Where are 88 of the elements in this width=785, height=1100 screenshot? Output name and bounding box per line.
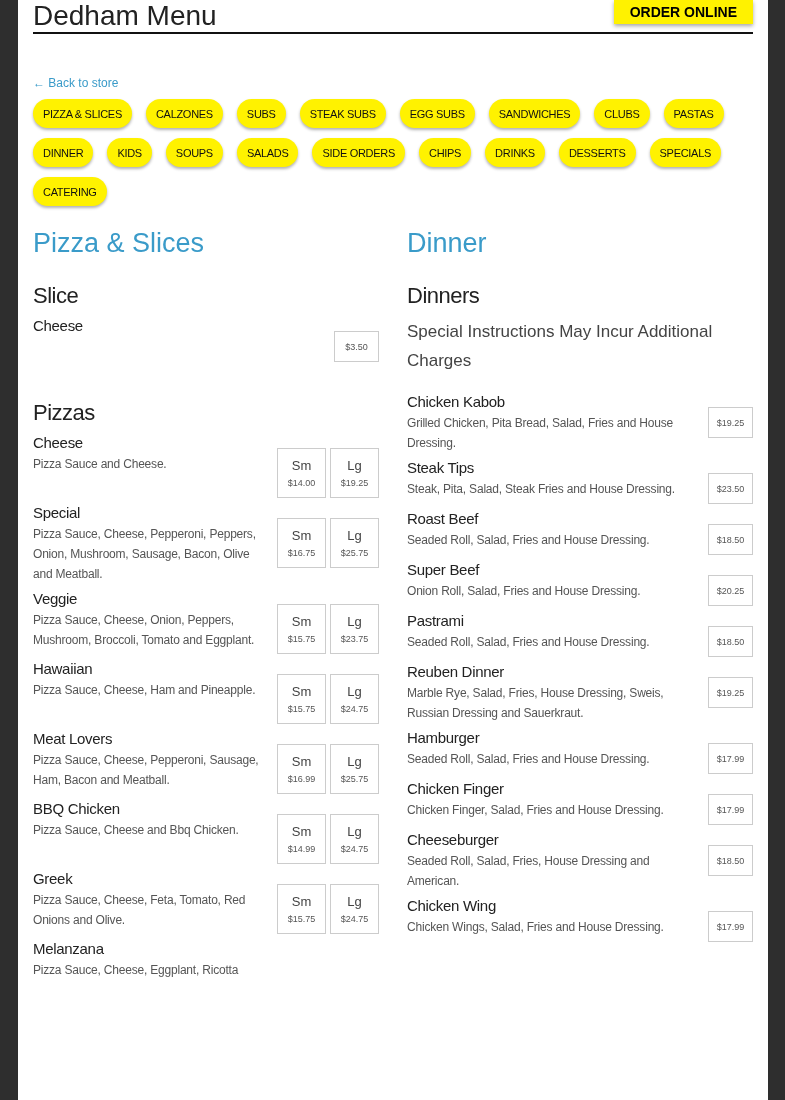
item-name: Reuben Dinner — [407, 663, 505, 680]
section-title: Dinner — [407, 228, 488, 259]
price-button[interactable]: Sm $14.99 — [277, 814, 326, 864]
item-name: Chicken Wing — [407, 897, 497, 914]
price-button[interactable]: Sm $14.00 — [277, 448, 326, 498]
price-button[interactable]: Lg $24.75 — [330, 884, 379, 934]
category-button[interactable]: STEAK SUBS — [299, 99, 386, 128]
item-description: Pizza Sauce, Cheese, Onion, Peppers, Mushroom, Broccoli, Tomato and Eggplant. — [33, 612, 256, 649]
price-button[interactable]: Lg $25.75 — [330, 744, 379, 794]
item-description: Pizza Sauce, Cheese, Pepperoni, Peppers, Onion, Mushroom, Sausage, Bacon, Olive and Meatball. — [33, 526, 257, 583]
item-name: Super Beef — [407, 561, 481, 578]
category-button[interactable]: SPECIALS — [649, 138, 721, 167]
item-name: Cheeseburger — [407, 831, 500, 848]
item-name: Special — [33, 504, 82, 521]
category-button[interactable]: KIDS — [107, 138, 152, 167]
order-online-button[interactable]: ORDER ONLINE — [613, 0, 753, 24]
item-name: Greek — [33, 870, 74, 887]
group-title: Pizzas — [33, 400, 96, 426]
price-button[interactable]: Sm $15.75 — [277, 604, 326, 654]
item-description: Pizza Sauce, Cheese, Feta, Tomato, Red Onions and Olive. — [33, 892, 247, 929]
price-button[interactable]: $18.50 — [708, 845, 753, 876]
price-button[interactable]: $20.25 — [708, 575, 753, 606]
category-button[interactable]: CHIPS — [419, 138, 472, 167]
category-button[interactable]: CLUBS — [594, 99, 650, 128]
item-description: Pizza Sauce, Cheese, Pepperoni, Sausage, Ham, Bacon and Meatball. — [33, 752, 260, 789]
page-title: Dedham Menu — [33, 0, 217, 32]
price-button[interactable]: Lg $24.75 — [330, 814, 379, 864]
item-name: Meat Lovers — [33, 730, 114, 747]
item-description: Steak, Pita, Salad, Steak Fries and House Dressing. — [407, 481, 676, 498]
price-button[interactable]: Lg $23.75 — [330, 604, 379, 654]
price-button[interactable]: Lg $19.25 — [330, 448, 379, 498]
item-description: Seaded Roll, Salad, Fries and House Dressing. — [407, 751, 651, 768]
category-button[interactable]: SIDE ORDERS — [312, 138, 405, 167]
price-button[interactable]: $23.50 — [708, 473, 753, 504]
item-name: Veggie — [33, 590, 79, 607]
price-button[interactable]: Lg $25.75 — [330, 518, 379, 568]
price-button[interactable]: Sm $15.75 — [277, 884, 326, 934]
item-name: Melanzana — [33, 940, 105, 957]
price-button[interactable]: $17.99 — [708, 911, 753, 942]
item-name: Cheese — [33, 434, 84, 451]
price-button[interactable]: $19.25 — [708, 677, 753, 708]
price-button[interactable]: Lg $24.75 — [330, 674, 379, 724]
item-description: Pizza Sauce, Cheese and Bbq Chicken. — [33, 822, 240, 839]
item-description: Chicken Finger, Salad, Fries and House Dressing. — [407, 802, 665, 819]
section-title: Pizza & Slices — [33, 228, 206, 259]
category-button[interactable]: PASTAS — [663, 99, 724, 128]
category-button[interactable]: DINNER — [33, 138, 94, 167]
item-description: Pizza Sauce and Cheese. — [33, 456, 168, 473]
price-button[interactable]: $18.50 — [708, 524, 753, 555]
item-description: Seaded Roll, Salad, Fries, House Dressing and American. — [407, 853, 651, 890]
category-button[interactable]: SANDWICHES — [488, 99, 581, 128]
price-button[interactable]: $19.25 — [708, 407, 753, 438]
group-note: Special Instructions May Incur Additional Charges — [407, 321, 714, 372]
item-name: Roast Beef — [407, 510, 480, 527]
item-description: Grilled Chicken, Pita Bread, Salad, Fries and House Dressing. — [407, 415, 674, 452]
price-button[interactable]: Sm $16.99 — [277, 744, 326, 794]
price-button[interactable]: $3.50 — [334, 331, 379, 362]
price-button[interactable]: Sm $15.75 — [277, 674, 326, 724]
item-description: Seaded Roll, Salad, Fries and House Dressing. — [407, 532, 651, 549]
category-button[interactable]: DRINKS — [485, 138, 545, 167]
category-button[interactable]: DESSERTS — [558, 138, 636, 167]
category-button[interactable]: SUBS — [236, 99, 286, 128]
item-name: Chicken Kabob — [407, 393, 506, 410]
category-button[interactable]: PIZZA & SLICES — [33, 99, 132, 128]
item-name: Cheese — [33, 317, 84, 334]
item-description: Pizza Sauce, Cheese, Ham and Pineapple. — [33, 682, 257, 699]
group-title: Slice — [33, 283, 80, 309]
item-description: Onion Roll, Salad, Fries and House Dressing. — [407, 583, 642, 600]
price-button[interactable]: $17.99 — [708, 794, 753, 825]
item-description: Chicken Wings, Salad, Fries and House Dressing. — [407, 919, 665, 936]
category-button[interactable]: EGG SUBS — [399, 99, 475, 128]
category-button[interactable]: CALZONES — [145, 99, 223, 128]
category-button[interactable]: SOUPS — [165, 138, 223, 167]
item-name: Pastrami — [407, 612, 465, 629]
group-title: Dinners — [407, 283, 481, 309]
category-button[interactable]: CATERING — [33, 177, 107, 206]
item-description: Seaded Roll, Salad, Fries and House Dressing. — [407, 634, 651, 651]
item-name: BBQ Chicken — [33, 800, 121, 817]
price-button[interactable]: Sm $16.75 — [277, 518, 326, 568]
item-name: Hawaiian — [33, 660, 94, 677]
item-name: Steak Tips — [407, 459, 476, 476]
price-button[interactable]: $18.50 — [708, 626, 753, 657]
item-name: Chicken Finger — [407, 780, 505, 797]
item-description: Marble Rye, Salad, Fries, House Dressing, Sweis, Russian Dressing and Sauerkraut. — [407, 685, 665, 722]
category-button[interactable]: SALADS — [236, 138, 299, 167]
price-button[interactable]: $17.99 — [708, 743, 753, 774]
item-name: Hamburger — [407, 729, 481, 746]
item-description: Pizza Sauce, Cheese, Eggplant, Ricotta — [33, 962, 240, 979]
